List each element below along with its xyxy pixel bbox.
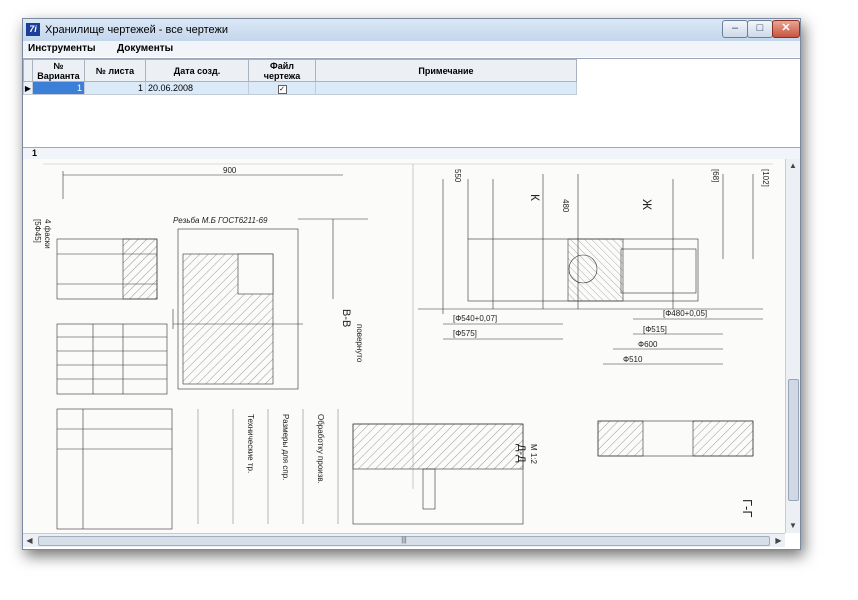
notes-line-a: Технические тр. — [246, 414, 255, 473]
column-header-file[interactable]: Файл чертежа — [248, 59, 316, 82]
window-title: Хранилище чертежей - все чертежи — [45, 24, 229, 36]
menu-tools[interactable]: Инструменты — [28, 43, 96, 54]
drawings-grid: № Варианта № листа Дата созд. Файл черте… — [23, 58, 800, 148]
cell-date[interactable]: 20.06.2008 — [145, 81, 249, 95]
thread-label: Резьба М.Б ГОСТ6211-69 — [173, 216, 268, 225]
d575-label: [Ф575] — [453, 329, 477, 338]
table-header-row: № Варианта № листа Дата созд. Файл черте… — [23, 59, 577, 82]
section-bb-label: В-В — [340, 309, 352, 327]
d600-label: Ф600 — [638, 340, 658, 349]
cell-variant[interactable]: 1 — [32, 81, 85, 95]
title-bar: 7i Хранилище чертежей - все чертежи – □ … — [23, 19, 800, 42]
scroll-left-arrow[interactable]: ◀ — [23, 534, 36, 547]
dim-left-sub: 4 фаски — [43, 219, 52, 249]
minimize-button[interactable]: – — [722, 20, 748, 38]
cell-note[interactable] — [315, 81, 577, 95]
menu-documents[interactable]: Документы — [117, 43, 173, 54]
table-row[interactable]: ▶ 1 1 20.06.2008 ✓ — [23, 81, 577, 95]
drawing-scan: 900 [5Ф45] 4 фаски Резьба М.Б ГОСТ6211-6… — [23, 159, 785, 533]
section-gg-label: Г-Г — [740, 499, 755, 517]
column-header-note[interactable]: Примечание — [315, 59, 577, 82]
app-icon[interactable]: 7i — [26, 23, 40, 36]
scroll-right-arrow[interactable]: ▶ — [772, 534, 785, 547]
app-window: 7i Хранилище чертежей - все чертежи – □ … — [22, 18, 801, 550]
row-indicator[interactable]: ▶ — [23, 81, 33, 95]
drawings-table: № Варианта № листа Дата созд. Файл черте… — [23, 59, 577, 95]
d510-label: Ф510 — [623, 355, 643, 364]
dim-68: [68] — [711, 169, 720, 182]
dim-102: [102] — [761, 169, 770, 187]
column-header-sheet[interactable]: № листа — [84, 59, 146, 82]
d515-label: [Ф515] — [643, 325, 667, 334]
drawing-viewer[interactable]: 900 [5Ф45] 4 фаски Резьба М.Б ГОСТ6211-6… — [23, 159, 785, 533]
dim-left: [5Ф45] — [33, 219, 42, 243]
cell-file[interactable]: ✓ — [248, 81, 316, 95]
maximize-button[interactable]: □ — [747, 20, 773, 38]
dim-top: 900 — [223, 166, 237, 175]
page-number: 1 — [32, 148, 38, 158]
section-bb-sub: повернуто — [355, 324, 364, 363]
horizontal-scrollbar[interactable]: ◀ ||| ▶ — [23, 533, 785, 547]
zh-mark: Ж — [640, 199, 654, 210]
column-header-date[interactable]: Дата созд. — [145, 59, 249, 82]
column-header-variant[interactable]: № Варианта — [32, 59, 85, 82]
cell-sheet[interactable]: 1 — [84, 81, 146, 95]
k-mark: К — [528, 194, 542, 201]
vertical-scroll-thumb[interactable] — [788, 379, 799, 501]
close-button[interactable]: ✕ — [772, 20, 800, 38]
row-selector-header — [23, 59, 33, 82]
horizontal-scroll-thumb[interactable]: ||| — [38, 536, 770, 546]
vertical-scrollbar[interactable]: ▲ ▼ — [785, 159, 800, 533]
notes-line-b: Размеры для спр. — [281, 414, 290, 480]
notes-line-c: Обработку произв. — [316, 414, 325, 484]
scroll-up-arrow[interactable]: ▲ — [786, 159, 800, 173]
dim-480: 480 — [561, 199, 570, 213]
section-dd-sub: М 1:2 — [529, 444, 538, 465]
menu-bar: Инструменты Документы — [23, 41, 800, 57]
file-checkbox[interactable]: ✓ — [277, 84, 287, 94]
dim-550: 550 — [453, 169, 462, 183]
d480-label: [Ф480+0,05] — [663, 309, 707, 318]
section-dd-label: Д-Д — [515, 444, 527, 463]
d540-label: [Ф540+0,07] — [453, 314, 497, 323]
scroll-down-arrow[interactable]: ▼ — [786, 519, 800, 533]
